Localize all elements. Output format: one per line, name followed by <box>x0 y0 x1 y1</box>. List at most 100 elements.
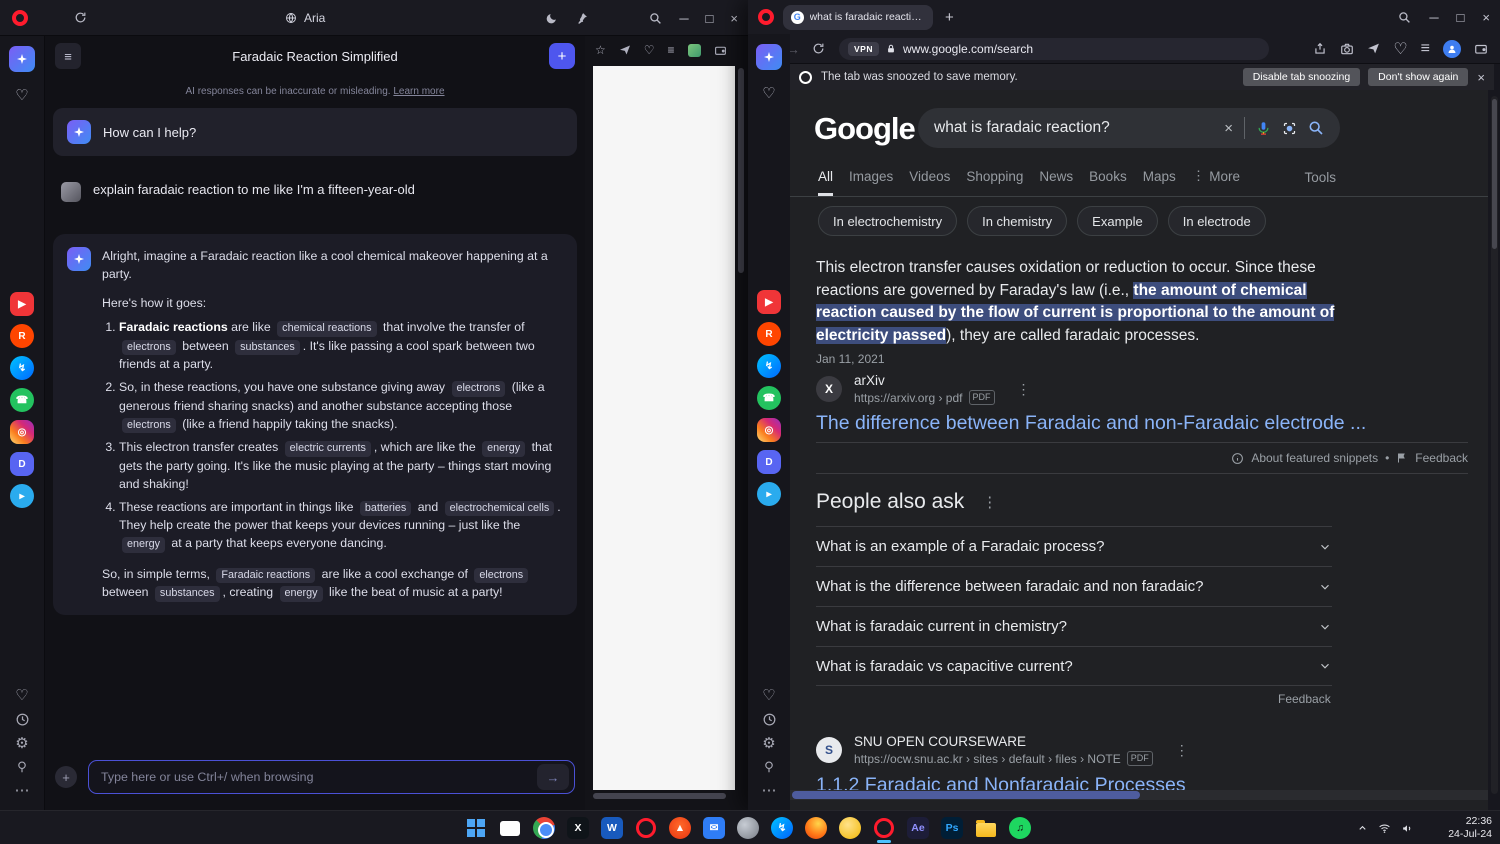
scrollbar-thumb[interactable] <box>738 68 744 273</box>
paa-feedback-link[interactable]: Feedback <box>1278 692 1331 706</box>
whatsapp-icon[interactable]: ☎ <box>757 386 781 410</box>
history-clock-icon[interactable] <box>762 712 777 727</box>
chevron-down-icon[interactable] <box>1318 580 1332 594</box>
dont-show-again-button[interactable]: Don't show again <box>1368 68 1468 86</box>
filter-chip[interactable]: In electrode <box>1168 206 1266 236</box>
new-chat-button[interactable]: + <box>549 43 575 69</box>
spotify[interactable]: ♫ <box>1006 813 1034 843</box>
pinboards-icon[interactable] <box>762 760 776 774</box>
settings-gear-icon[interactable]: ⚙ <box>762 736 775 751</box>
snapshot-camera-icon[interactable] <box>1340 42 1354 56</box>
tab-books[interactable]: Books <box>1089 169 1127 196</box>
disable-tab-snoozing-button[interactable]: Disable tab snoozing <box>1243 68 1360 86</box>
edge-gray[interactable] <box>734 813 762 843</box>
discord-icon[interactable]: D <box>757 450 781 474</box>
tab-news[interactable]: News <box>1039 169 1073 196</box>
reload-icon[interactable] <box>812 42 825 55</box>
messenger-icon[interactable]: ↯ <box>757 354 781 378</box>
whatsapp-icon[interactable]: ☎ <box>10 388 34 412</box>
reddit-icon[interactable]: R <box>10 324 34 348</box>
file-explorer[interactable] <box>972 813 1000 843</box>
aria-sidebar-icon[interactable] <box>756 44 782 70</box>
my-flow-icon[interactable] <box>619 44 631 56</box>
scrollbar-thumb[interactable] <box>593 793 726 799</box>
close-notification-icon[interactable]: × <box>1477 71 1485 84</box>
google-search-box[interactable]: × <box>918 108 1340 148</box>
chrome[interactable] <box>530 813 558 843</box>
google-lens-icon[interactable] <box>1282 121 1297 136</box>
chevron-down-icon[interactable] <box>1318 659 1332 673</box>
new-tab-button[interactable]: + <box>945 9 954 26</box>
tab-maps[interactable]: Maps <box>1143 169 1176 196</box>
wifi-icon[interactable] <box>1378 822 1391 835</box>
google-logo[interactable]: Google <box>814 111 915 147</box>
scrollbar-thumb[interactable] <box>792 791 1140 799</box>
pinboards-icon[interactable] <box>15 760 29 774</box>
bookmark-star-icon[interactable]: ☆ <box>595 43 606 57</box>
word[interactable]: W <box>598 813 626 843</box>
snooze-moon-icon[interactable] <box>545 12 558 25</box>
paa-question-row[interactable]: What is faradaic vs capacitive current? <box>816 646 1332 686</box>
opera-logo[interactable] <box>758 9 774 25</box>
vpn-badge[interactable]: VPN <box>848 42 879 56</box>
yellow-app[interactable] <box>836 813 864 843</box>
about-featured-snippets-link[interactable]: About featured snippets <box>1251 451 1378 465</box>
send-button[interactable]: → <box>537 764 569 790</box>
messenger-icon[interactable]: ↯ <box>10 356 34 380</box>
profile-avatar[interactable] <box>1443 40 1461 58</box>
source-url[interactable]: https://ocw.snu.ac.kr › sites › default … <box>854 752 1121 766</box>
share-icon[interactable] <box>1313 42 1327 56</box>
brave[interactable]: ▲ <box>666 813 694 843</box>
chat-input[interactable] <box>101 770 537 784</box>
messenger[interactable]: ↯ <box>768 813 796 843</box>
aria-sidebar-icon[interactable] <box>9 46 35 72</box>
tab-all[interactable]: All <box>818 169 833 196</box>
pin-icon[interactable] <box>575 12 588 25</box>
bookmarks-heart-icon[interactable]: ♡ <box>15 86 28 104</box>
adobe-app[interactable]: Ae <box>904 813 932 843</box>
document-page[interactable] <box>593 66 735 790</box>
tab-videos[interactable]: Videos <box>909 169 950 196</box>
browser-tab[interactable]: G what is faradaic reaction? <box>783 5 933 30</box>
history-clock-icon[interactable] <box>15 712 30 727</box>
chevron-down-icon[interactable] <box>1318 620 1332 634</box>
result-options-icon[interactable]: ⋮ <box>1175 742 1189 759</box>
source-name[interactable]: arXiv <box>854 373 995 388</box>
info-icon[interactable] <box>1231 452 1244 465</box>
x-app[interactable]: X <box>564 813 592 843</box>
reading-list-icon[interactable]: ≡ <box>1421 40 1430 58</box>
maximize-button[interactable]: □ <box>1457 11 1465 24</box>
tools-button[interactable]: Tools <box>1304 170 1336 185</box>
paa-options-icon[interactable]: ⋮ <box>982 493 997 511</box>
firefox[interactable] <box>802 813 830 843</box>
task-view[interactable] <box>496 813 524 843</box>
chevron-down-icon[interactable] <box>1318 540 1332 554</box>
paa-question-row[interactable]: What is faradaic current in chemistry? <box>816 606 1332 646</box>
close-button[interactable]: × <box>1482 11 1490 24</box>
search-icon[interactable] <box>1398 11 1411 24</box>
filter-chip[interactable]: In electrochemistry <box>818 206 957 236</box>
attach-plus-button[interactable]: + <box>55 766 77 788</box>
favorites-heart-icon[interactable]: ♡ <box>15 688 28 703</box>
sidebar-setup-icon[interactable]: ⋯ <box>15 783 30 798</box>
opera[interactable] <box>632 813 660 843</box>
minimize-button[interactable]: ─ <box>679 12 688 25</box>
extension-icon[interactable] <box>688 44 701 57</box>
url-field[interactable]: VPN www.google.com/search <box>839 38 1269 60</box>
result-options-icon[interactable]: ⋮ <box>1017 381 1031 398</box>
instagram-icon[interactable]: ◎ <box>757 418 781 442</box>
telegram-icon[interactable]: ▸ <box>10 484 34 508</box>
settings-gear-icon[interactable]: ⚙ <box>15 736 28 751</box>
start-button[interactable] <box>462 813 490 843</box>
chat-input-field[interactable]: → <box>88 760 575 794</box>
instagram-icon[interactable]: ◎ <box>10 420 34 444</box>
wallet-icon[interactable] <box>1474 42 1488 56</box>
tray-chevron-up-icon[interactable] <box>1357 823 1368 834</box>
bookmarks-heart-icon[interactable]: ♡ <box>762 84 775 102</box>
sidebar-setup-icon[interactable]: ⋯ <box>762 783 777 798</box>
tab-shopping[interactable]: Shopping <box>966 169 1023 196</box>
heart-icon[interactable]: ♡ <box>644 43 655 57</box>
feedback-link[interactable]: Feedback <box>1415 451 1468 465</box>
paa-question-row[interactable]: What is an example of a Faradaic process… <box>816 526 1332 566</box>
reload-icon[interactable] <box>74 11 87 24</box>
